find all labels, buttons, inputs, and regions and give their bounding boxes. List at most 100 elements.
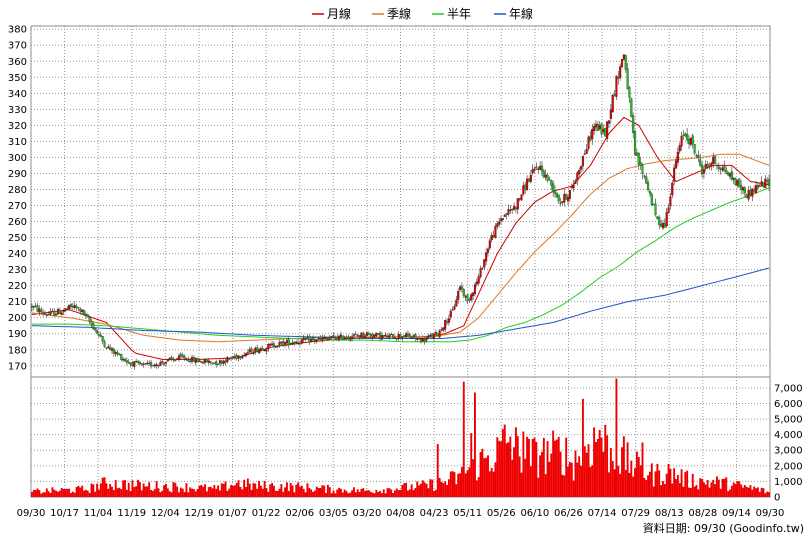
candle-body xyxy=(483,259,486,268)
x-tick-label: 11/19 xyxy=(117,508,146,519)
candle-body xyxy=(434,331,437,334)
volume-bar xyxy=(315,486,318,497)
volume-bar xyxy=(743,484,746,497)
volume-bar xyxy=(230,484,233,497)
volume-bar xyxy=(336,489,339,497)
volume-bar xyxy=(371,492,374,497)
volume-bar xyxy=(565,437,568,497)
candle-body xyxy=(56,309,60,315)
candle-body xyxy=(133,361,136,367)
volume-bar xyxy=(334,493,337,497)
volume-bar xyxy=(304,492,307,497)
candle-body xyxy=(30,305,33,308)
volume-bar xyxy=(710,482,713,497)
volume-bar xyxy=(379,490,381,497)
candle-body xyxy=(710,162,713,166)
volume-bar xyxy=(280,484,283,497)
candle-body xyxy=(276,345,279,347)
volume-bar xyxy=(83,490,86,497)
volume-bar xyxy=(654,471,657,497)
volume-bar xyxy=(717,479,720,497)
volume-bar xyxy=(112,490,115,497)
candle-body xyxy=(235,355,238,359)
candle-body xyxy=(328,338,331,340)
candle-body xyxy=(732,177,735,180)
volume-bar xyxy=(118,487,121,497)
candle-body xyxy=(187,359,190,362)
volume-bar xyxy=(73,492,76,497)
price-tick-label: 240 xyxy=(8,249,27,260)
volume-bar xyxy=(105,483,108,497)
candle-body xyxy=(131,362,134,366)
candle-body xyxy=(656,216,659,220)
volume-bar xyxy=(686,470,689,497)
price-tick-label: 170 xyxy=(8,361,27,372)
candle-body xyxy=(511,208,514,211)
candle-body xyxy=(170,356,173,360)
candle-body xyxy=(393,337,396,339)
volume-bar xyxy=(678,483,681,497)
candle-body xyxy=(211,363,214,365)
price-tick-label: 250 xyxy=(8,233,27,244)
volume-bar xyxy=(673,468,676,497)
candle-body xyxy=(751,188,754,197)
candle-body xyxy=(492,235,495,237)
volume-bar xyxy=(652,486,655,497)
volume-bar xyxy=(354,492,357,497)
volume-bar xyxy=(185,483,188,497)
volume-bar xyxy=(626,442,629,497)
volume-bar xyxy=(459,473,462,497)
volume-bar xyxy=(312,491,314,497)
volume-bar xyxy=(479,452,482,497)
x-tick-label: 08/13 xyxy=(655,508,684,519)
volume-bar xyxy=(455,484,458,497)
x-tick-label: 05/26 xyxy=(487,508,516,519)
volume-bar xyxy=(526,436,529,497)
volume-tick-label: 3,000 xyxy=(774,446,803,457)
volume-bar xyxy=(144,486,147,497)
candle-body xyxy=(213,362,216,364)
candle-body xyxy=(306,337,309,339)
volume-bar xyxy=(689,487,692,497)
volume-bar xyxy=(32,489,35,497)
volume-bar xyxy=(570,462,573,497)
candle-body xyxy=(220,360,223,364)
candle-body xyxy=(250,348,253,354)
volume-bar xyxy=(498,440,501,497)
candle-body xyxy=(485,252,488,262)
volume-bar xyxy=(178,492,180,497)
candle-body xyxy=(360,332,363,338)
volume-bar xyxy=(734,484,737,497)
volume-tick-label: 1,000 xyxy=(774,477,803,488)
volume-bar xyxy=(474,392,476,497)
candle-body xyxy=(674,160,678,169)
volume-bar xyxy=(250,489,253,497)
volume-bar xyxy=(520,472,523,497)
volume-bar xyxy=(204,484,206,497)
candle-body xyxy=(71,305,74,308)
volume-bar xyxy=(624,469,627,497)
candle-body xyxy=(488,240,491,249)
candle-body xyxy=(343,338,346,340)
candle-body xyxy=(345,337,348,339)
price-tick-label: 190 xyxy=(8,329,27,340)
candle-body xyxy=(311,337,315,340)
candle-body xyxy=(684,133,687,137)
candle-body xyxy=(339,334,342,337)
volume-bar xyxy=(310,489,313,497)
candle-body xyxy=(671,182,674,196)
price-tick-label: 330 xyxy=(8,105,27,116)
candle-body xyxy=(507,209,510,215)
volume-bar xyxy=(433,490,435,497)
volume-bar xyxy=(205,491,208,497)
volume-bar xyxy=(45,488,48,497)
volume-bar xyxy=(706,480,709,497)
volume-bar xyxy=(537,477,540,497)
volume-bar xyxy=(282,491,285,497)
volume-bar xyxy=(258,480,260,497)
candle-body xyxy=(358,335,361,337)
candle-body xyxy=(408,334,411,338)
candle-body xyxy=(661,222,665,229)
candle-body xyxy=(62,310,65,312)
volume-bar xyxy=(444,481,447,497)
